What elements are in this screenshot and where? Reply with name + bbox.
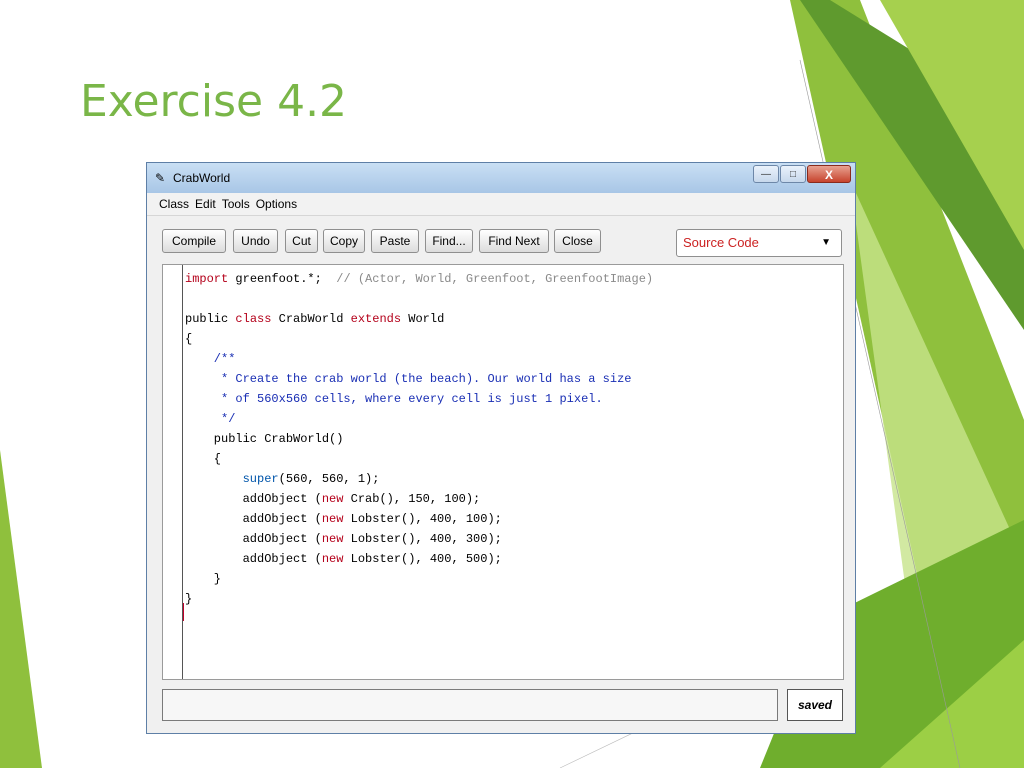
code-keyword: class [235, 312, 272, 326]
code-text: Lobster(), 400, 500); [343, 552, 502, 566]
find-next-button[interactable]: Find Next [479, 229, 549, 253]
menu-tools[interactable]: Tools [222, 197, 250, 211]
javadoc-comment: * of 560x560 cells, where every cell is … [185, 392, 603, 406]
editor-toolbar: Compile Undo Cut Copy Paste Find... Find… [162, 229, 842, 257]
view-mode-value: Source Code [683, 235, 759, 250]
code-text: Lobster(), 400, 300); [343, 532, 502, 546]
window-title: CrabWorld [173, 171, 231, 185]
menu-options[interactable]: Options [256, 197, 297, 211]
greenfoot-editor-window: ✎ CrabWorld — □ X Class Edit Tools Optio… [146, 162, 856, 734]
code-text: } [185, 572, 222, 586]
code-text: World [401, 312, 445, 326]
code-text: addObject ( [185, 512, 322, 526]
javadoc-comment: * Create the crab world (the beach). Our… [185, 372, 632, 386]
maximize-button[interactable]: □ [780, 165, 806, 183]
slide-title: Exercise 4.2 [80, 76, 348, 127]
code-keyword: new [321, 552, 344, 566]
javadoc-comment: */ [185, 412, 236, 426]
copy-button[interactable]: Copy [323, 229, 365, 253]
code-text: Crab(), 150, 100); [343, 492, 481, 506]
window-controls: — □ X [753, 165, 851, 183]
code-text: addObject ( [185, 532, 322, 546]
compile-button[interactable]: Compile [162, 229, 226, 253]
close-button[interactable]: Close [554, 229, 601, 253]
dropdown-arrow-icon: ▼ [821, 237, 831, 248]
code-text: (560, 560, 1); [278, 472, 380, 486]
code-text: greenfoot.*; [228, 272, 322, 286]
paste-button[interactable]: Paste [371, 229, 419, 253]
source-code: import greenfoot.*; // (Actor, World, Gr… [185, 269, 653, 609]
saved-indicator: saved [787, 689, 843, 721]
code-keyword: new [321, 512, 344, 526]
code-text: addObject ( [185, 552, 322, 566]
code-text: { [185, 332, 193, 346]
view-mode-select[interactable]: Source Code ▼ [676, 229, 842, 257]
code-text: CrabWorld [271, 312, 351, 326]
code-text: } [185, 592, 193, 606]
code-keyword: new [321, 532, 344, 546]
close-window-button[interactable]: X [807, 165, 851, 183]
code-super-call: super [185, 472, 279, 486]
menu-bar: Class Edit Tools Options [147, 193, 855, 216]
status-bar [162, 689, 778, 721]
minimize-button[interactable]: — [753, 165, 779, 183]
code-comment: // (Actor, World, Greenfoot, GreenfootIm… [321, 272, 654, 286]
code-text: public CrabWorld() [185, 432, 344, 446]
cut-button[interactable]: Cut [285, 229, 318, 253]
menu-class[interactable]: Class [159, 197, 189, 211]
code-editor[interactable]: import greenfoot.*; // (Actor, World, Gr… [162, 264, 844, 680]
find-button[interactable]: Find... [425, 229, 473, 253]
javadoc-comment: /** [185, 352, 236, 366]
code-text: public [185, 312, 236, 326]
code-text: Lobster(), 400, 100); [343, 512, 502, 526]
menu-edit[interactable]: Edit [195, 197, 216, 211]
text-cursor [183, 603, 184, 621]
code-keyword: new [321, 492, 344, 506]
code-text: addObject ( [185, 492, 322, 506]
greenfoot-app-icon: ✎ [154, 171, 166, 185]
window-titlebar[interactable]: ✎ CrabWorld — □ X [147, 163, 855, 193]
undo-button[interactable]: Undo [233, 229, 278, 253]
code-text: { [185, 452, 222, 466]
code-keyword: import [185, 272, 229, 286]
code-keyword: extends [350, 312, 402, 326]
